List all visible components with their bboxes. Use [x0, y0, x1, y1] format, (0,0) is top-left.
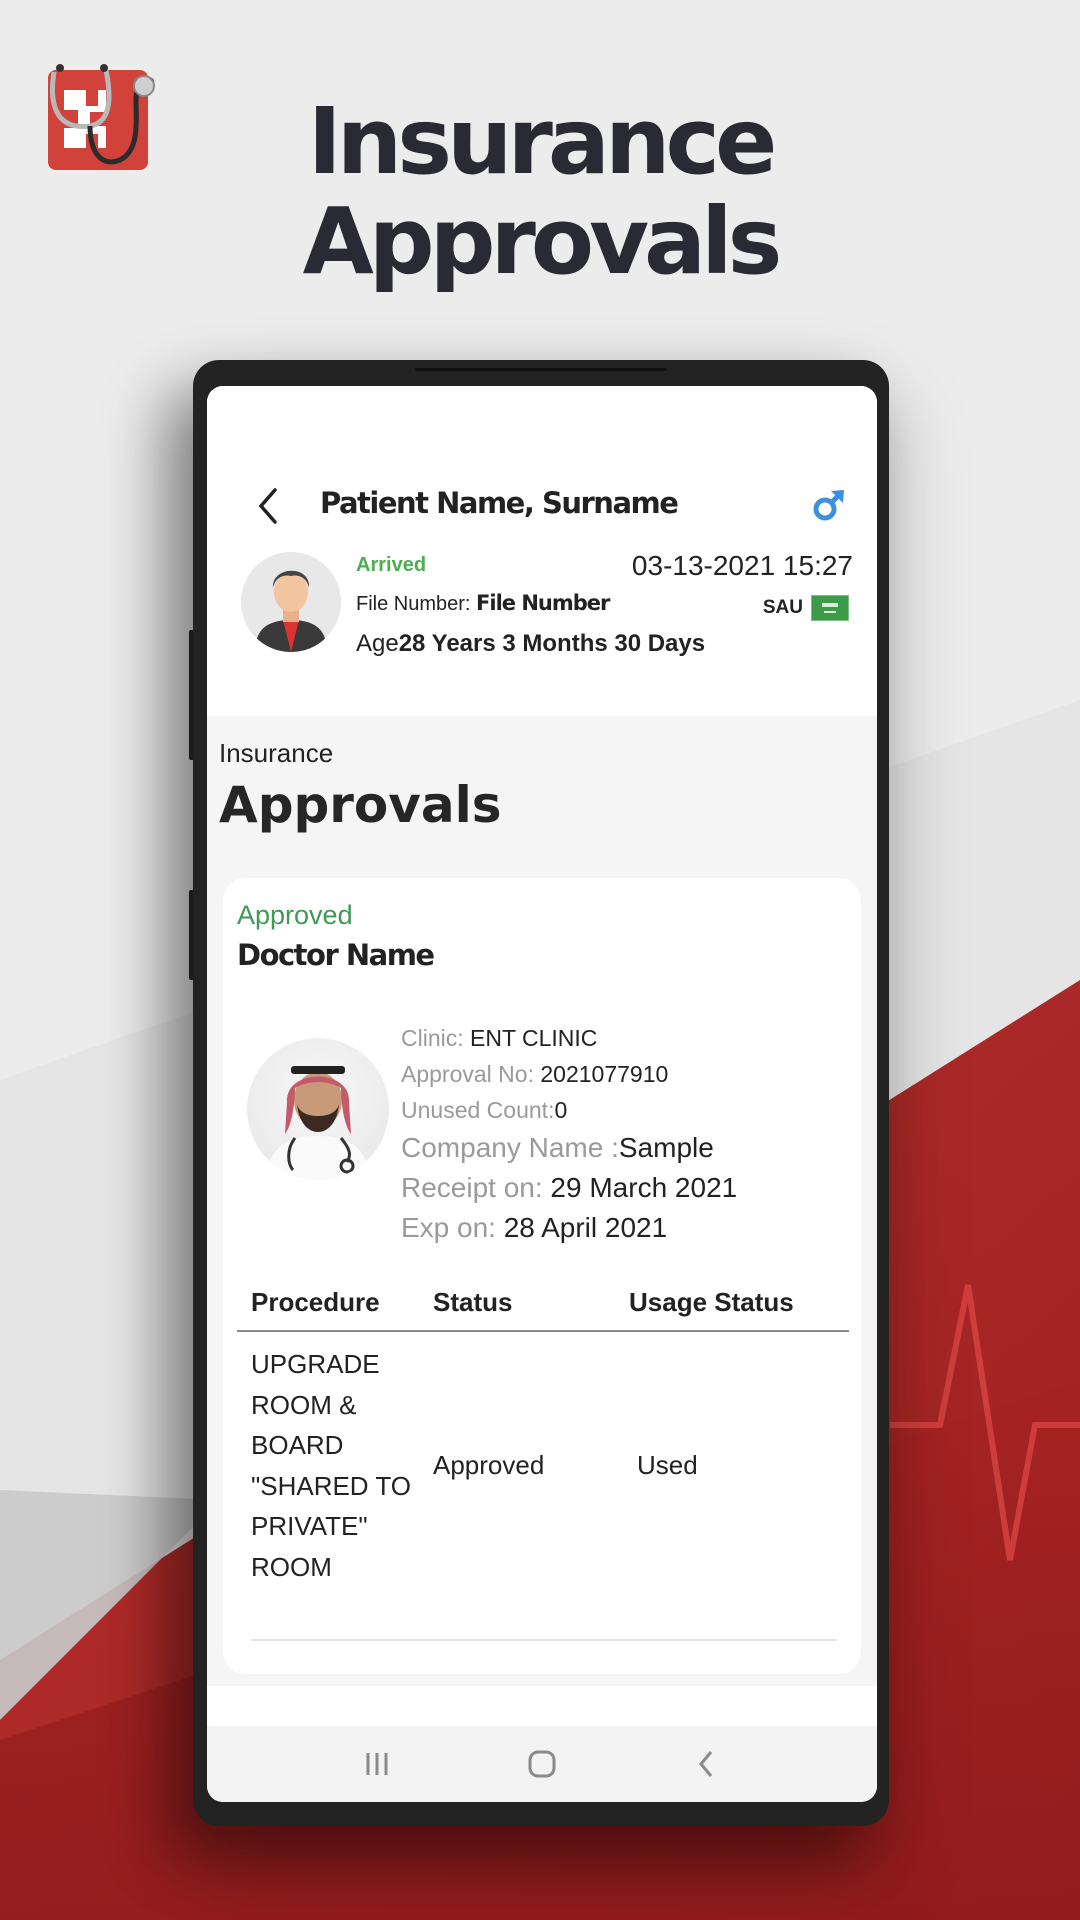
back-button[interactable] — [253, 486, 285, 526]
home-button[interactable] — [522, 1744, 562, 1784]
approval-status: Approved — [237, 900, 353, 930]
row-divider — [251, 1639, 837, 1641]
procedure-text-line: "SHARED TO — [251, 1470, 411, 1501]
system-back-button[interactable] — [687, 1744, 727, 1784]
promo-title-line2: Approvals — [302, 188, 783, 295]
receipt-date-value: 29 March 2021 — [550, 1172, 738, 1203]
approval-details: Clinic: ENT CLINIC Approval No: 20210779… — [401, 1020, 737, 1248]
table-header: Procedure Status Usage Status — [237, 1274, 849, 1332]
patient-avatar — [241, 552, 341, 652]
procedure-text-line: UPGRADE — [251, 1349, 380, 1379]
receipt-date-label: Receipt on: — [401, 1172, 551, 1203]
procedure-cell: UPGRADE ROOM & BOARD "SHARED TO PRIVATE"… — [237, 1344, 433, 1587]
chevron-left-icon — [258, 488, 277, 524]
back-arrow-icon — [698, 1751, 712, 1777]
patient-header: Patient Name, Surname Arrived 03-13-2021… — [207, 386, 877, 716]
unused-count-value: 0 — [554, 1097, 568, 1123]
age-label: Age — [356, 630, 399, 657]
file-number-label: File Number: — [356, 593, 471, 615]
file-number-value: File Number — [476, 591, 610, 615]
home-icon — [528, 1750, 556, 1778]
column-header-usage-status: Usage Status — [629, 1286, 794, 1317]
person-avatar-icon — [241, 552, 341, 652]
procedures-table: Procedure Status Usage Status UPGRADE RO… — [237, 1274, 849, 1641]
age-value: 28 Years 3 Months 30 Days — [398, 630, 706, 657]
company-name-row: Company Name :Sample — [401, 1128, 737, 1168]
promo-title-line1: Insurance — [307, 88, 778, 195]
unused-count-row: Unused Count:0 — [401, 1092, 737, 1128]
patient-name: Patient Name, Surname — [320, 486, 679, 520]
arrival-status: Arrived — [356, 554, 427, 576]
company-name-value: Sample — [618, 1132, 714, 1163]
unused-count-label: Unused Count: — [401, 1097, 555, 1123]
procedure-text-line: BOARD — [251, 1430, 344, 1460]
receipt-date-row: Receipt on: 29 March 2021 — [401, 1168, 737, 1208]
page-title: Approvals — [219, 776, 502, 834]
approval-card[interactable]: Approved Doctor Name Clinic: ENT CLINIC … — [223, 878, 861, 1674]
clinic-row: Clinic: ENT CLINIC — [401, 1020, 737, 1056]
company-name-label: Company Name : — [401, 1132, 619, 1163]
expiry-date-row: Exp on: 28 April 2021 — [401, 1208, 737, 1248]
status-cell: Approved — [433, 1450, 545, 1480]
system-navigation-bar — [207, 1726, 877, 1802]
expiry-date-value: 28 April 2021 — [503, 1212, 668, 1243]
approval-number-value: 2021077910 — [540, 1061, 669, 1087]
phone-frame: Patient Name, Surname Arrived 03-13-2021… — [189, 360, 889, 1826]
phone-speaker — [415, 368, 667, 371]
approval-number-label: Approval No: — [401, 1061, 541, 1087]
country-code: SAU — [762, 597, 803, 618]
procedure-text-line: ROOM & — [251, 1389, 357, 1420]
approvals-content: Insurance Approvals Approved Doctor Name — [207, 716, 877, 1686]
column-header-procedure: Procedure — [251, 1286, 380, 1317]
column-header-status: Status — [433, 1286, 513, 1317]
clinic-label: Clinic: — [401, 1025, 471, 1051]
procedure-text-line: ROOM — [251, 1551, 332, 1582]
side-button — [189, 890, 194, 980]
recent-apps-icon — [366, 1753, 388, 1775]
doctor-name: Doctor Name — [237, 938, 435, 972]
visit-datetime: 03-13-2021 15:27 — [631, 550, 853, 581]
recent-apps-button[interactable] — [357, 1744, 397, 1784]
promo-title: Insurance Approvals — [0, 92, 1080, 292]
expiry-date-label: Exp on: — [401, 1212, 504, 1243]
table-row: UPGRADE ROOM & BOARD "SHARED TO PRIVATE"… — [237, 1332, 849, 1587]
clinic-value: ENT CLINIC — [470, 1025, 598, 1051]
age-row: Age28 Years 3 Months 30 Days — [356, 630, 705, 658]
approval-number-row: Approval No: 2021077910 — [401, 1056, 737, 1092]
phone-screen: Patient Name, Surname Arrived 03-13-2021… — [207, 386, 877, 1802]
section-kicker: Insurance — [219, 738, 334, 768]
usage-status-cell: Used — [637, 1450, 698, 1480]
procedure-text-line: PRIVATE" — [251, 1511, 368, 1541]
file-number-row: File Number: File Number — [356, 591, 610, 616]
nationality: SAU — [763, 595, 849, 621]
doctor-avatar-icon — [267, 1066, 369, 1180]
saudi-flag-icon — [811, 595, 849, 621]
male-symbol-icon — [813, 490, 844, 521]
volume-button — [189, 630, 194, 760]
doctor-photo — [247, 1038, 389, 1180]
